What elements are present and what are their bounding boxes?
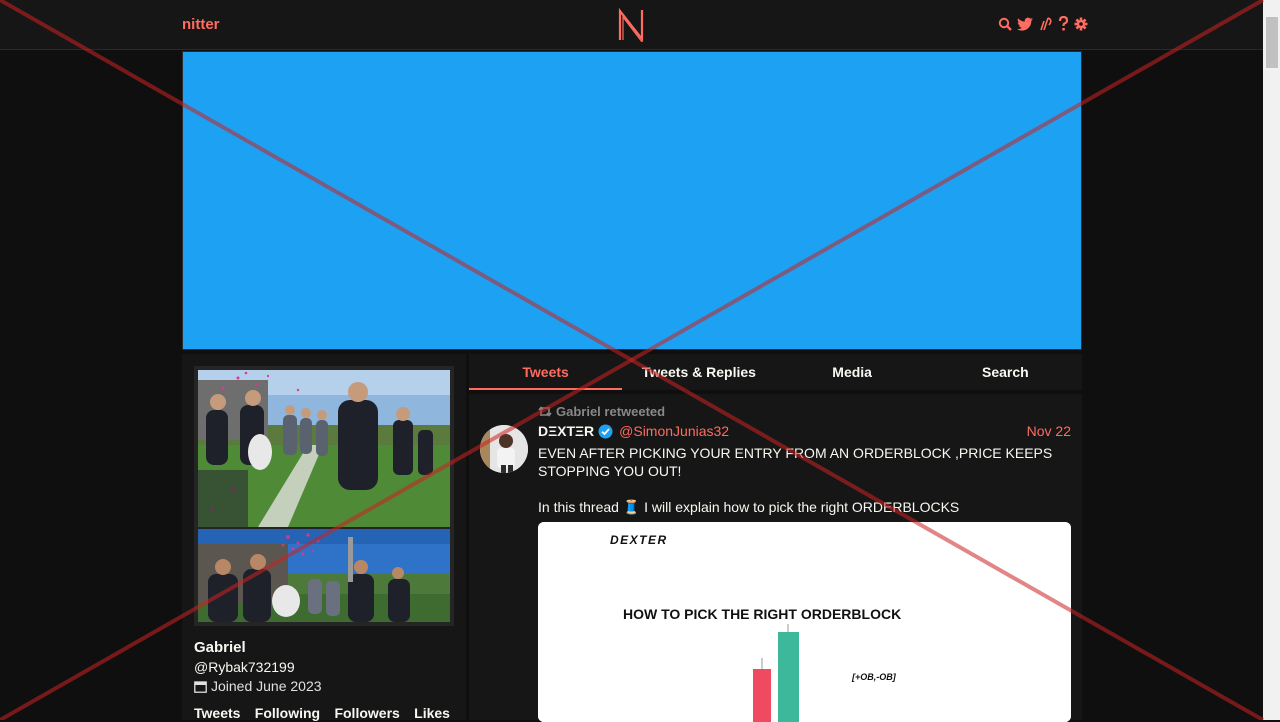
stat-likes[interactable]: Likes xyxy=(414,705,450,721)
stat-following[interactable]: Following xyxy=(255,705,320,721)
tweet-attached-image[interactable]: DEXTER HOW TO PICK THE RIGHT ORDERBLOCK … xyxy=(538,522,1071,722)
page-scrollbar[interactable] xyxy=(1263,0,1280,720)
tab-tweets-replies[interactable]: Tweets & Replies xyxy=(622,354,775,390)
tweet-text-1: EVEN AFTER PICKING YOUR ENTRY FROM AN OR… xyxy=(538,445,1053,479)
tweet-author-handle[interactable]: @SimonJunias32 xyxy=(619,423,729,439)
help-icon[interactable] xyxy=(1058,16,1069,32)
top-navbar: nitter xyxy=(0,0,1263,50)
profile-stats: Tweets Following Followers Likes xyxy=(194,705,450,721)
retweet-label[interactable]: Gabriel retweeted xyxy=(556,404,665,419)
retweet-icon xyxy=(538,406,552,417)
tab-search[interactable]: Search xyxy=(929,354,1082,390)
avatar-photo-top xyxy=(198,370,450,527)
profile-joined-date: Joined June 2023 xyxy=(194,678,322,694)
profile-username[interactable]: @Rybak732199 xyxy=(194,659,295,675)
tweet-header: DΞXTΞR @SimonJunias32 Nov 22 xyxy=(538,423,1071,439)
calendar-icon xyxy=(194,680,207,693)
timeline-tabs: Tweets Tweets & Replies Media Search xyxy=(469,354,1082,390)
brand-link[interactable]: nitter xyxy=(182,16,220,33)
tweet-date[interactable]: Nov 22 xyxy=(1027,423,1071,439)
image-watermark: DEXTER xyxy=(610,533,668,547)
image-title: HOW TO PICK THE RIGHT ORDERBLOCK xyxy=(623,606,901,622)
stat-tweets[interactable]: Tweets xyxy=(194,705,240,721)
bearish-candle xyxy=(753,669,771,722)
gear-icon[interactable] xyxy=(1074,16,1088,32)
bullish-candle xyxy=(778,632,799,722)
image-annotation: [+OB,-OB] xyxy=(851,672,897,682)
stat-followers[interactable]: Followers xyxy=(334,705,399,721)
scrollbar-thumb[interactable] xyxy=(1266,17,1278,68)
tweet-author-name[interactable]: DΞXTΞR xyxy=(538,423,594,439)
retweet-header: Gabriel retweeted xyxy=(538,404,665,419)
nitter-logo-icon[interactable] xyxy=(617,8,645,42)
tab-media[interactable]: Media xyxy=(776,354,929,390)
tab-tweets[interactable]: Tweets xyxy=(469,354,623,390)
search-icon[interactable] xyxy=(998,16,1012,32)
rss-icon[interactable] xyxy=(1039,16,1053,32)
tweet-body: EVEN AFTER PICKING YOUR ENTRY FROM AN OR… xyxy=(538,444,1068,534)
timeline: Gabriel retweeted DΞXTΞR @SimonJunias32 … xyxy=(469,394,1082,722)
profile-fullname[interactable]: Gabriel xyxy=(194,639,246,656)
profile-card: Gabriel @Rybak732199 Joined June 2023 Tw… xyxy=(182,354,466,721)
verified-badge-icon xyxy=(598,424,613,438)
twitter-bird-icon[interactable] xyxy=(1017,16,1034,32)
tweet-text-2: In this thread 🧵 I will explain how to p… xyxy=(538,499,960,515)
nav-icons xyxy=(998,16,1088,32)
profile-banner[interactable] xyxy=(182,51,1082,350)
tweet-author-avatar[interactable] xyxy=(480,425,528,473)
joined-label: Joined June 2023 xyxy=(211,678,322,694)
profile-avatar[interactable] xyxy=(194,366,454,626)
avatar-photo-bottom xyxy=(198,529,450,622)
